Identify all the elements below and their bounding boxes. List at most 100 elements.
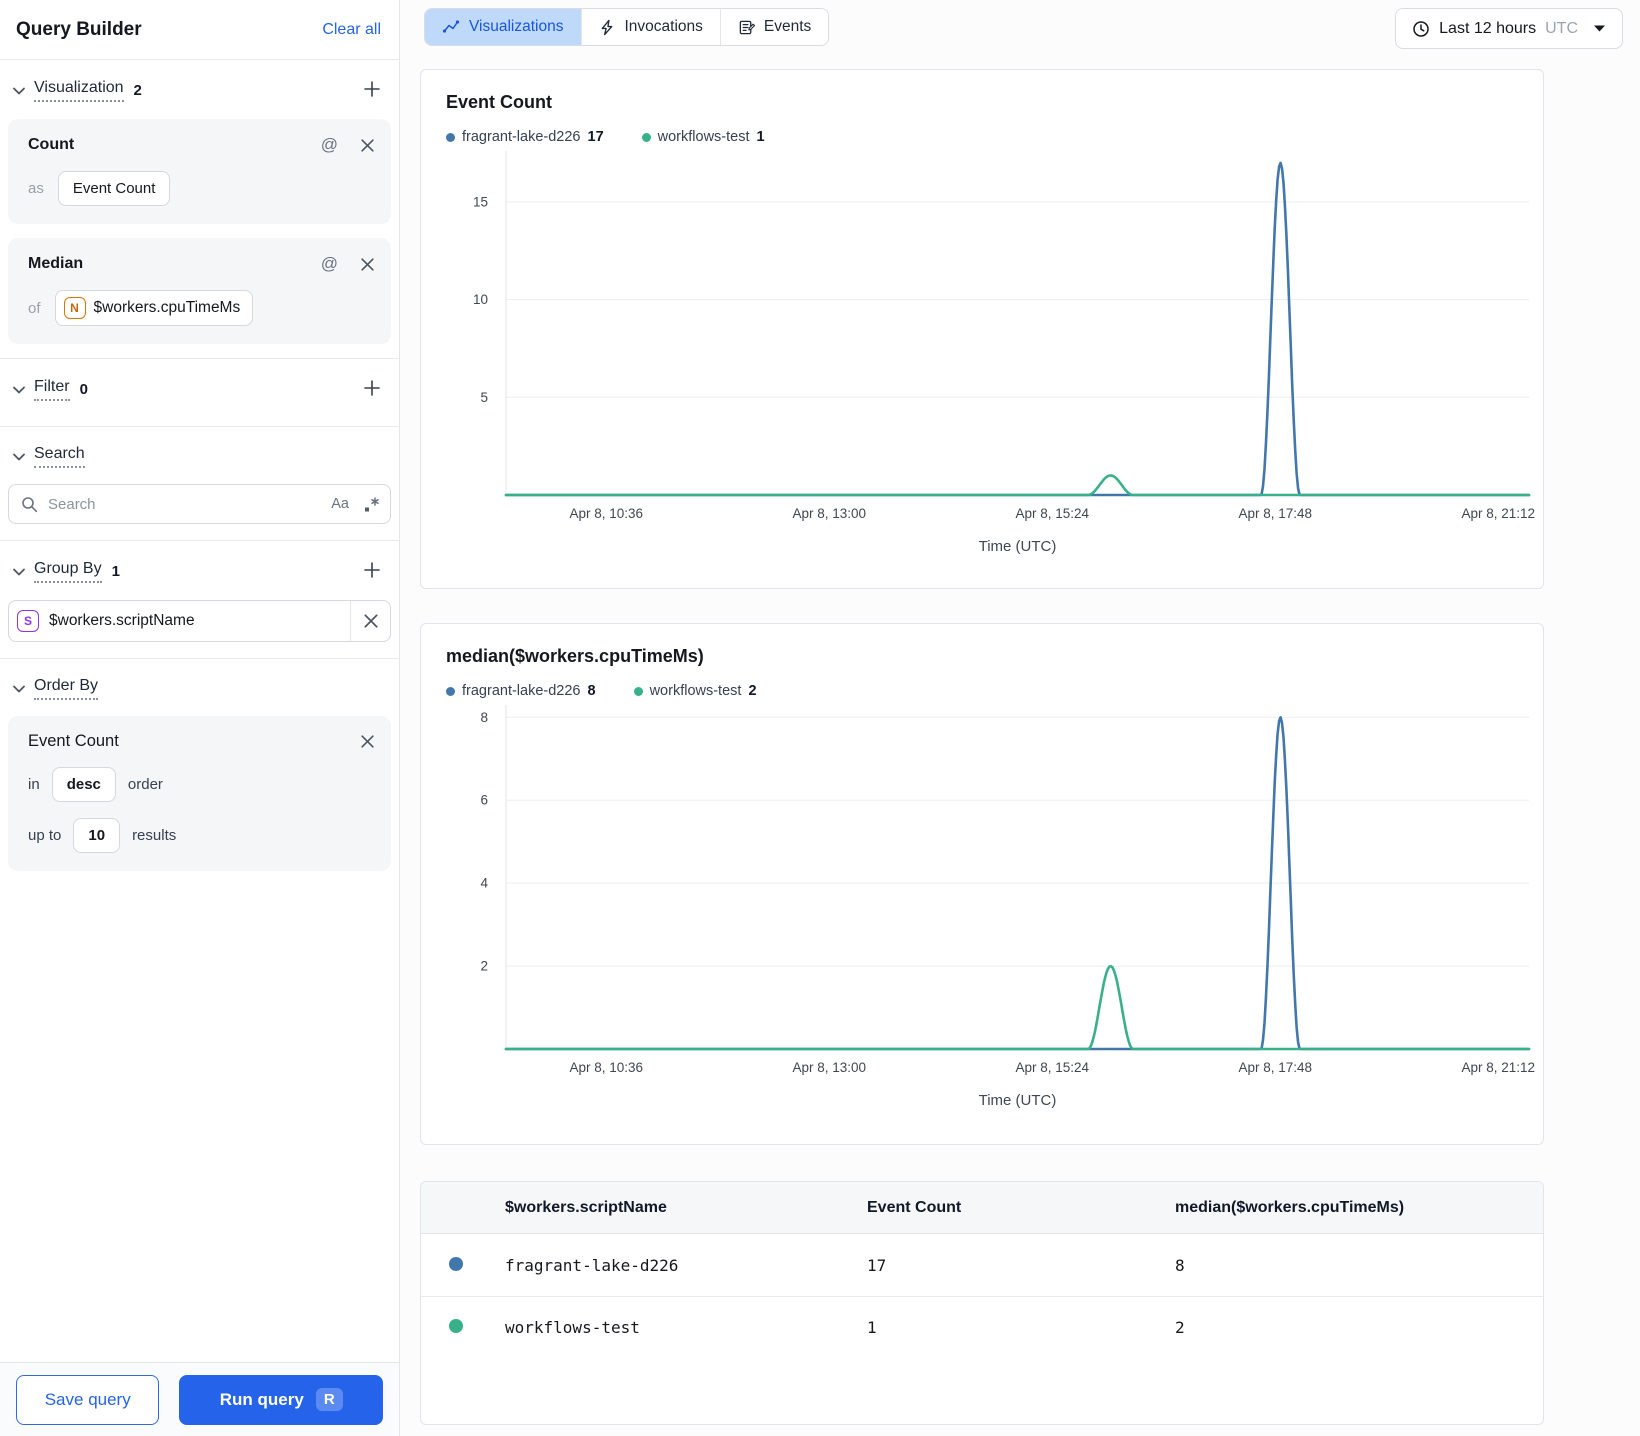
legend-series-value: 17: [587, 129, 604, 145]
count-mention-button[interactable]: @: [321, 135, 338, 155]
run-query-label: Run query: [219, 1389, 304, 1409]
clock-icon: [1413, 20, 1429, 37]
chevron-down-icon: [1594, 25, 1605, 32]
order-label: order: [127, 776, 163, 793]
group-by-count: 1: [111, 563, 120, 580]
sort-direction-button[interactable]: desc: [51, 767, 116, 802]
legend-series-name: workflows-test: [649, 683, 742, 699]
sidebar-footer: Save query Run query R: [0, 1362, 399, 1436]
time-range-selector[interactable]: Last 12 hours UTC: [1395, 8, 1623, 49]
legend-series-value: 2: [748, 683, 757, 699]
cell-script-name: workflows-test: [505, 1318, 640, 1337]
median-mention-button[interactable]: @: [321, 254, 338, 274]
filter-count: 0: [79, 381, 88, 398]
legend-series-value: 8: [587, 683, 596, 699]
table-body: fragrant-lake-d226 17 8 workflows-test 1 2: [421, 1234, 1543, 1358]
search-section-label: Search: [34, 445, 85, 468]
cell-median: 8: [1175, 1255, 1185, 1275]
query-builder-sidebar: Query Builder Clear all Visualization 2 …: [0, 0, 400, 1436]
column-event-count: Event Count: [867, 1198, 962, 1216]
legend-item[interactable]: workflows-test 1: [641, 129, 765, 145]
count-remove-button[interactable]: [360, 138, 375, 153]
close-icon: [361, 735, 374, 748]
legend-dot-icon: [446, 686, 455, 696]
add-visualization-button[interactable]: [361, 78, 383, 103]
results-label: results: [132, 827, 177, 844]
event-count-chart: 5 10 15 Apr 8, 10:36 Apr 8, 13:00 Apr 8, 15:2…: [473, 151, 1536, 555]
count-alias-button[interactable]: Event Count: [57, 171, 171, 206]
clear-all-button[interactable]: Clear all: [322, 21, 381, 39]
svg-text:Apr 8, 21:12: Apr 8, 21:12: [1462, 506, 1536, 521]
plus-icon: [364, 562, 380, 578]
chart-title: median($workers.cpuTimeMs): [446, 646, 704, 666]
median-field-selector[interactable]: N $workers.cpuTimeMs: [54, 290, 254, 326]
chart-title: Event Count: [446, 92, 552, 112]
visualization-section-label: Visualization: [34, 79, 124, 102]
median-chart: 2 4 6 8 Apr 8, 10:36 Apr 8, 13:00 Apr 8, 15:24…: [480, 705, 1535, 1109]
median-visualization-card: Median @ of N $workers.cpuTimeMs: [8, 238, 391, 344]
legend-item[interactable]: fragrant-lake-d226 8: [446, 683, 596, 699]
legend-item[interactable]: fragrant-lake-d226 17: [446, 129, 604, 145]
save-query-button[interactable]: Save query: [16, 1374, 160, 1425]
legend-series-value: 1: [756, 129, 765, 145]
remove-group-by-button[interactable]: [350, 601, 390, 641]
remove-order-by-button[interactable]: [360, 734, 375, 749]
time-range-label: Last 12 hours: [1439, 19, 1537, 37]
view-tabs: Visualizations Invocations Events: [424, 8, 830, 46]
legend-series-name: fragrant-lake-d226: [462, 683, 581, 699]
tab-invocations[interactable]: Invocations: [580, 9, 720, 45]
chevron-down-icon[interactable]: [12, 450, 26, 464]
visualization-section-header: Visualization 2: [0, 60, 399, 113]
match-case-toggle[interactable]: Aa: [331, 496, 349, 512]
add-group-by-button[interactable]: [361, 559, 383, 584]
of-label: of: [28, 299, 41, 317]
chevron-down-icon[interactable]: [12, 383, 26, 397]
event-count-chart-card: Event Count fragrant-lake-d226 17 workflow…: [420, 69, 1544, 589]
up-to-label: up to: [28, 827, 62, 844]
group-by-section-label: Group By: [34, 560, 102, 583]
results-table: $workers.scriptName Event Count median($…: [420, 1181, 1544, 1425]
cell-script-name: fragrant-lake-d226: [505, 1255, 679, 1275]
regex-toggle[interactable]: [363, 496, 380, 513]
table-row[interactable]: fragrant-lake-d226 17 8: [421, 1234, 1543, 1296]
svg-text:Apr 8, 13:00: Apr 8, 13:00: [792, 506, 866, 521]
regex-icon: [365, 496, 379, 511]
at-icon: @: [320, 135, 338, 154]
in-label: in: [28, 776, 40, 793]
add-filter-button[interactable]: [361, 377, 383, 402]
close-icon: [363, 614, 378, 628]
lightning-icon: [601, 19, 612, 35]
median-remove-button[interactable]: [360, 257, 375, 272]
sidebar-content: Visualization 2 Count @ as Event Count M…: [0, 60, 399, 1362]
string-type-icon: S: [17, 610, 39, 632]
tab-events[interactable]: Events: [719, 9, 829, 45]
cell-event-count: 1: [867, 1318, 877, 1337]
legend-item[interactable]: workflows-test 2: [633, 683, 757, 699]
chart-legend: fragrant-lake-d226 17 workflows-test 1: [446, 129, 1543, 145]
column-script-name: $workers.scriptName: [505, 1198, 667, 1216]
svg-text:Apr 8, 17:48: Apr 8, 17:48: [1239, 506, 1313, 521]
search-box: Aa: [8, 484, 391, 524]
tab-label: Invocations: [624, 18, 703, 35]
column-median: median($workers.cpuTimeMs): [1175, 1198, 1405, 1216]
close-icon: [361, 257, 374, 271]
order-by-section-label: Order By: [34, 677, 99, 700]
series-dot-icon: [449, 1319, 463, 1333]
legend-dot-icon: [641, 132, 651, 142]
sidebar-header: Query Builder Clear all: [0, 0, 399, 60]
chevron-down-icon[interactable]: [12, 682, 26, 696]
table-header-row: $workers.scriptName Event Count median($…: [421, 1182, 1543, 1234]
number-type-icon: N: [63, 297, 86, 319]
series-dot-icon: [449, 1256, 463, 1271]
page-title: Query Builder: [16, 18, 142, 40]
median-field-value: $workers.cpuTimeMs: [93, 299, 241, 316]
chevron-down-icon[interactable]: [12, 565, 26, 579]
limit-input[interactable]: 10: [73, 818, 121, 853]
svg-text:Apr 8, 17:48: Apr 8, 17:48: [1239, 1060, 1313, 1075]
run-query-button[interactable]: Run query R: [179, 1374, 383, 1425]
tab-visualizations[interactable]: Visualizations: [425, 9, 581, 45]
group-by-field-selector[interactable]: S $workers.scriptName: [9, 610, 350, 632]
table-row[interactable]: workflows-test 1 2: [421, 1296, 1543, 1358]
search-input[interactable]: [48, 495, 332, 513]
chevron-down-icon[interactable]: [12, 84, 26, 98]
